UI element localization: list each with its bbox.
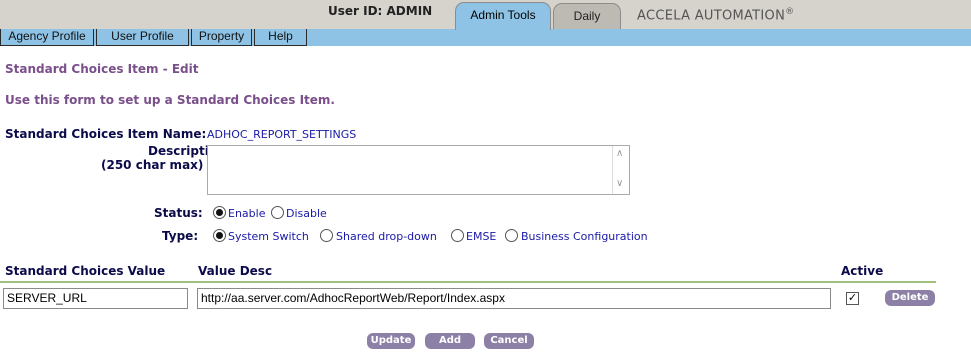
cancel-button[interactable]: Cancel bbox=[484, 333, 534, 349]
status-enable-radio[interactable] bbox=[213, 206, 226, 219]
status-disable-label[interactable]: Disable bbox=[286, 207, 327, 220]
active-checkbox[interactable]: ✓ bbox=[846, 292, 859, 305]
value-desc-input[interactable]: http://aa.server.com/AdhocReportWeb/Repo… bbox=[197, 288, 831, 309]
column-header-active: Active bbox=[841, 264, 884, 278]
item-name-value: ADHOC_REPORT_SETTINGS bbox=[207, 128, 357, 141]
menu-bar: Agency Profile User Profile Property Hel… bbox=[0, 29, 971, 46]
description-textarea[interactable]: ∧ ∨ bbox=[207, 145, 630, 195]
scroll-up-icon[interactable]: ∧ bbox=[616, 148, 623, 159]
menu-property[interactable]: Property bbox=[191, 29, 252, 46]
menu-help[interactable]: Help bbox=[254, 29, 307, 46]
menu-agency-profile[interactable]: Agency Profile bbox=[0, 29, 94, 46]
user-id-label: User ID: ADMIN bbox=[328, 4, 433, 18]
description-hint: (250 char max) bbox=[101, 158, 204, 172]
brand-name: ACCELA AUTOMATION bbox=[637, 8, 786, 24]
type-system-switch-radio[interactable] bbox=[213, 229, 226, 242]
type-emse-label[interactable]: EMSE bbox=[466, 230, 496, 243]
item-name-label: Standard Choices Item Name: bbox=[5, 127, 207, 141]
update-button[interactable]: Update bbox=[367, 333, 415, 349]
status-label: Status: bbox=[154, 206, 203, 220]
type-emse-radio[interactable] bbox=[451, 229, 464, 242]
type-shared-dropdown-radio[interactable] bbox=[320, 229, 333, 242]
type-shared-dropdown-label[interactable]: Shared drop-down bbox=[336, 230, 437, 243]
menu-user-profile[interactable]: User Profile bbox=[96, 29, 189, 46]
delete-button[interactable]: Delete bbox=[885, 290, 935, 306]
column-header-value: Standard Choices Value bbox=[5, 264, 166, 278]
table-divider bbox=[0, 281, 936, 283]
type-business-config-label[interactable]: Business Configuration bbox=[521, 230, 648, 243]
description-scrollbar[interactable]: ∧ ∨ bbox=[612, 146, 629, 194]
add-button[interactable]: Add bbox=[425, 333, 475, 349]
column-header-desc: Value Desc bbox=[198, 264, 273, 278]
tab-daily[interactable]: Daily bbox=[553, 3, 621, 30]
status-disable-radio[interactable] bbox=[271, 206, 284, 219]
scroll-down-icon[interactable]: ∨ bbox=[616, 178, 623, 189]
status-enable-label[interactable]: Enable bbox=[228, 207, 265, 220]
brand-logo: ACCELA AUTOMATION® bbox=[637, 7, 794, 23]
type-label: Type: bbox=[162, 229, 199, 243]
type-system-switch-label[interactable]: System Switch bbox=[228, 230, 309, 243]
check-icon: ✓ bbox=[847, 292, 858, 304]
top-bar: User ID: ADMIN Admin Tools Daily ACCELA … bbox=[0, 0, 971, 30]
choice-value-input[interactable]: SERVER_URL bbox=[3, 288, 188, 309]
page-intro: Use this form to set up a Standard Choic… bbox=[5, 93, 335, 107]
registered-mark: ® bbox=[785, 7, 795, 17]
type-business-config-radio[interactable] bbox=[505, 229, 518, 242]
page-title: Standard Choices Item - Edit bbox=[5, 62, 199, 76]
tab-admin-tools[interactable]: Admin Tools bbox=[455, 2, 551, 30]
